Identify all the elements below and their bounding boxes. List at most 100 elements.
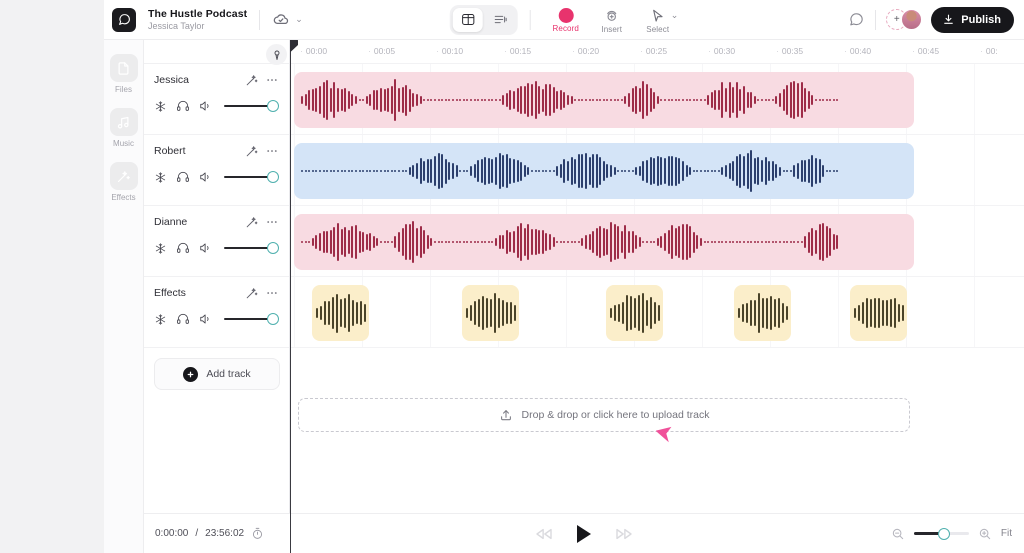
- timeline-area[interactable]: 00:00 00:05 00:10 00:15 00:20 00:25 00:30 00:35…: [290, 40, 1024, 553]
- headphones-icon[interactable]: [176, 241, 190, 255]
- zoom-slider-knob[interactable]: [937, 527, 950, 540]
- volume-slider-knob[interactable]: [267, 171, 279, 183]
- upload-dropzone-label: Drop & drop or click here to upload trac…: [521, 409, 710, 421]
- speaker-icon[interactable]: [199, 170, 213, 184]
- grid-layout-view-button[interactable]: [452, 7, 483, 32]
- track-actions: [245, 286, 279, 300]
- waveform: [734, 285, 791, 341]
- track-header-top: Jessica: [154, 73, 279, 87]
- avatar[interactable]: [901, 9, 923, 30]
- volume-slider-track: [224, 246, 271, 250]
- fast-forward-icon[interactable]: [613, 527, 635, 541]
- more-options-icon[interactable]: [265, 144, 279, 158]
- insert-button[interactable]: Insert: [589, 6, 635, 34]
- timeline-lane-dianne[interactable]: [290, 206, 1024, 277]
- zoom-out-icon[interactable]: [891, 527, 905, 541]
- track-controls: [154, 170, 279, 184]
- freeze-icon[interactable]: [154, 171, 167, 184]
- waveform-list-view-button[interactable]: [485, 8, 515, 32]
- audio-clip[interactable]: [294, 72, 914, 128]
- playhead[interactable]: [290, 40, 298, 553]
- magic-wand-icon[interactable]: [245, 216, 258, 229]
- speaker-icon[interactable]: [199, 241, 213, 255]
- record-button[interactable]: Record: [543, 6, 589, 33]
- effects-clip[interactable]: [312, 285, 369, 341]
- timeline-lane-effects[interactable]: [290, 277, 1024, 348]
- center-toolbar: Record Insert Select ⌄: [449, 4, 679, 35]
- magic-wand-icon[interactable]: [245, 145, 258, 158]
- collaborators: +: [886, 9, 923, 30]
- select-chevron-down-icon[interactable]: ⌄: [671, 11, 679, 20]
- cloud-check-icon: [272, 11, 290, 29]
- select-label: Select: [646, 24, 670, 34]
- publish-button[interactable]: Publish: [931, 6, 1014, 33]
- timeline-ruler[interactable]: 00:00 00:05 00:10 00:15 00:20 00:25 00:30 00:35…: [290, 40, 1024, 64]
- record-dot-icon: [558, 8, 574, 23]
- zoom-controls: Fit: [891, 527, 1012, 541]
- rewind-icon[interactable]: [533, 527, 555, 541]
- add-track-button[interactable]: Add track: [154, 358, 280, 390]
- track-header-dianne[interactable]: Dianne: [144, 206, 289, 277]
- headphones-icon[interactable]: [176, 170, 190, 184]
- effects-clip[interactable]: [850, 285, 907, 341]
- waveform: [606, 285, 663, 341]
- sidebar-item-effects[interactable]: Effects: [109, 162, 138, 202]
- effects-clip[interactable]: [734, 285, 791, 341]
- plus-icon: [183, 366, 199, 382]
- track-header-effects[interactable]: Effects: [144, 277, 289, 348]
- speaker-icon[interactable]: [199, 312, 213, 326]
- transport-controls: [533, 524, 635, 543]
- audio-clip[interactable]: [294, 214, 914, 270]
- zoom-in-icon[interactable]: [978, 527, 992, 541]
- timeline-lane-robert[interactable]: [290, 135, 1024, 206]
- freeze-icon[interactable]: [154, 313, 167, 326]
- ruler-tick: 00:15: [504, 46, 531, 56]
- timeline-lane-jessica[interactable]: [290, 64, 1024, 135]
- app-logo[interactable]: [112, 7, 136, 32]
- sidebar-item-music[interactable]: Music: [109, 108, 138, 148]
- waveform-list-icon: [492, 12, 507, 27]
- cloud-status[interactable]: ⌄: [272, 11, 303, 29]
- audio-clip[interactable]: [294, 143, 914, 199]
- time-readout: 0:00:00 / 23:56:02: [155, 527, 264, 540]
- comment-bubble-icon[interactable]: [848, 11, 865, 28]
- magic-wand-icon[interactable]: [245, 74, 258, 87]
- more-options-icon[interactable]: [265, 73, 279, 87]
- zoom-slider[interactable]: [913, 527, 969, 540]
- more-options-icon[interactable]: [265, 286, 279, 300]
- play-icon[interactable]: [577, 524, 591, 543]
- volume-slider[interactable]: [224, 171, 279, 183]
- upload-dropzone[interactable]: Drop & drop or click here to upload trac…: [298, 398, 910, 432]
- volume-slider-knob[interactable]: [267, 242, 279, 254]
- magic-wand-icon[interactable]: [245, 287, 258, 300]
- fit-button[interactable]: Fit: [1001, 528, 1012, 539]
- ruler-tick: 00:30: [708, 46, 735, 56]
- track-name: Dianne: [154, 216, 188, 228]
- volume-slider-knob[interactable]: [267, 313, 279, 325]
- cloud-chevron-down-icon[interactable]: ⌄: [295, 15, 303, 24]
- more-options-icon[interactable]: [265, 215, 279, 229]
- project-title: The Hustle Podcast: [148, 7, 248, 20]
- volume-slider[interactable]: [224, 242, 279, 254]
- sidebar-item-files[interactable]: Files: [109, 54, 138, 94]
- track-name: Jessica: [154, 74, 190, 86]
- headphones-icon[interactable]: [176, 312, 190, 326]
- effects-clip[interactable]: [462, 285, 519, 341]
- effects-clip[interactable]: [606, 285, 663, 341]
- stopwatch-icon[interactable]: [251, 527, 264, 540]
- headphones-icon[interactable]: [176, 99, 190, 113]
- ruler-tick: 00:10: [436, 46, 463, 56]
- timeline-lanes: [290, 64, 1024, 348]
- volume-slider[interactable]: [224, 100, 279, 112]
- track-header-jessica[interactable]: Jessica: [144, 64, 289, 135]
- publish-label: Publish: [961, 13, 1001, 26]
- playhead-lock-button[interactable]: [266, 44, 287, 65]
- ruler-tick: 00:35: [776, 46, 803, 56]
- volume-slider-knob[interactable]: [267, 100, 279, 112]
- freeze-icon[interactable]: [154, 100, 167, 113]
- volume-slider[interactable]: [224, 313, 279, 325]
- speaker-icon[interactable]: [199, 99, 213, 113]
- freeze-icon[interactable]: [154, 242, 167, 255]
- track-header-robert[interactable]: Robert: [144, 135, 289, 206]
- upload-icon: [499, 408, 513, 422]
